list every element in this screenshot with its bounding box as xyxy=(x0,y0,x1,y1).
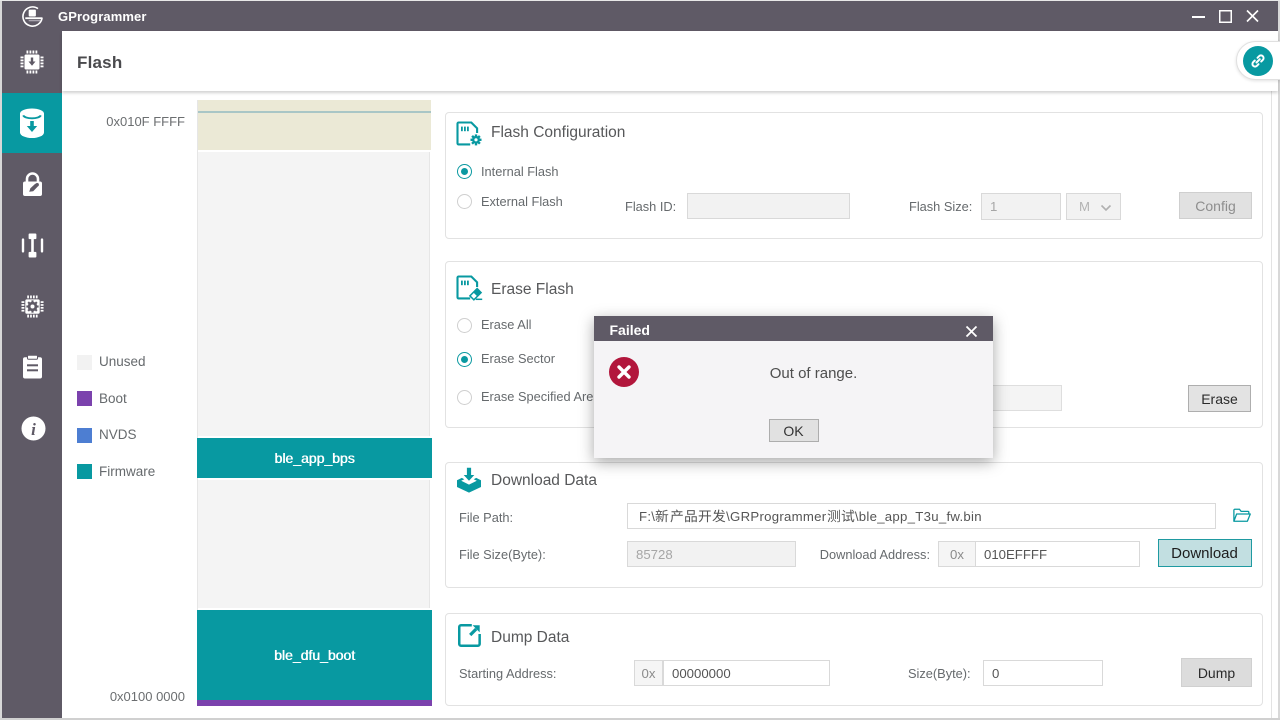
svg-text:i: i xyxy=(31,420,36,439)
